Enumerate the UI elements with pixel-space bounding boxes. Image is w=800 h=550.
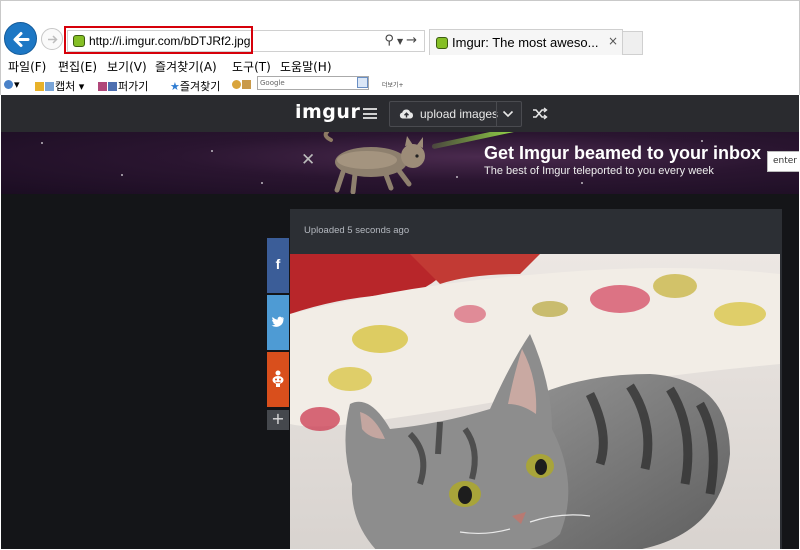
favorites-bar: ▾ 캡처 ▾ 퍼가기 ★즐겨찾기 Google 더보기+ (1, 76, 799, 95)
reddit-alien-icon (272, 370, 284, 387)
pagaki-button[interactable]: 퍼가기 (98, 78, 148, 94)
shuffle-icon[interactable] (532, 107, 548, 120)
newsletter-banner: ✕ Get Imgur beamed to your inbox The bes… (1, 132, 799, 194)
flying-cat-image (323, 132, 425, 194)
upload-divider (496, 102, 497, 126)
banner-close-icon[interactable]: ✕ (301, 150, 315, 170)
arrow-right-icon (48, 35, 58, 44)
upload-images-button[interactable]: upload images (389, 101, 522, 127)
menu-favorites[interactable]: 즐겨찾기(A) (155, 58, 217, 75)
new-tab-button[interactable] (623, 31, 643, 55)
capture-button[interactable]: 캡처 ▾ (35, 78, 84, 94)
clip-icon (98, 82, 107, 91)
ie-toolbar-icon[interactable]: ▾ (4, 78, 20, 91)
menu-file[interactable]: 파일(F) (8, 58, 46, 75)
cat-photo[interactable] (290, 254, 780, 549)
arrow-left-icon (13, 32, 30, 47)
chevron-down-icon[interactable] (502, 109, 514, 119)
facebook-share-button[interactable]: f (267, 238, 289, 293)
upload-timestamp: Uploaded 5 seconds ago (304, 225, 410, 236)
menu-edit[interactable]: 편집(E) (58, 58, 97, 75)
email-input[interactable]: enter s (767, 151, 799, 172)
menu-tools[interactable]: 도구(T) (232, 58, 271, 75)
pencil-icon (35, 82, 44, 91)
browser-chrome: http://i.imgur.com/bDTJRf2.jpg ⚲▼→ Imgur… (0, 0, 800, 95)
twitter-share-button[interactable] (267, 295, 289, 350)
address-highlight-box (64, 26, 253, 54)
upload-images-label: upload images (420, 107, 499, 121)
menu-help[interactable]: 도움말(H) (280, 58, 332, 75)
back-button[interactable] (4, 22, 37, 55)
grid-icon (45, 82, 54, 91)
extra-icons[interactable] (232, 78, 252, 91)
banner-title: Get Imgur beamed to your inbox (484, 143, 762, 163)
browser-tab[interactable]: Imgur: The most aweso... × (429, 29, 623, 55)
imgur-top-nav: imgur upload images (1, 95, 799, 132)
save-icon (108, 82, 117, 91)
tab-close-icon[interactable]: × (608, 34, 618, 48)
more-tools-link[interactable]: 더보기+ (382, 80, 404, 89)
cat-photo-image (290, 254, 780, 549)
more-share-button[interactable]: + (267, 410, 289, 430)
banner-subtitle: The best of Imgur teleported to you ever… (484, 165, 714, 177)
dropdown-arrow-icon[interactable]: ▼ (397, 37, 406, 46)
facebook-icon: f (275, 256, 281, 272)
cloud-upload-icon (399, 109, 414, 119)
address-tools[interactable]: ⚲▼→ (384, 33, 420, 48)
imgur-page: imgur upload images ✕ Get Imgur beamed t… (1, 95, 799, 549)
favorites-button[interactable]: ★즐겨찾기 (170, 78, 220, 94)
menu-bar: 파일(F) 편집(E) 보기(V) 즐겨찾기(A) 도구(T) 도움말(H) (1, 56, 799, 76)
google-search-button[interactable] (357, 77, 368, 88)
imgur-logo[interactable]: imgur (295, 101, 360, 123)
google-search-box[interactable]: Google (257, 76, 369, 90)
menu-view[interactable]: 보기(V) (107, 58, 147, 75)
forward-button[interactable] (41, 28, 63, 50)
menu-icon[interactable] (363, 108, 377, 119)
tab-favicon-icon (436, 37, 448, 49)
tab-title: Imgur: The most aweso... (452, 35, 599, 50)
image-post: Uploaded 5 seconds ago (290, 209, 782, 549)
twitter-bird-icon (271, 316, 284, 327)
go-arrow-icon[interactable]: → (406, 33, 420, 48)
search-icon[interactable]: ⚲ (384, 33, 397, 48)
reddit-share-button[interactable] (267, 352, 289, 407)
star-icon: ★ (170, 80, 180, 93)
